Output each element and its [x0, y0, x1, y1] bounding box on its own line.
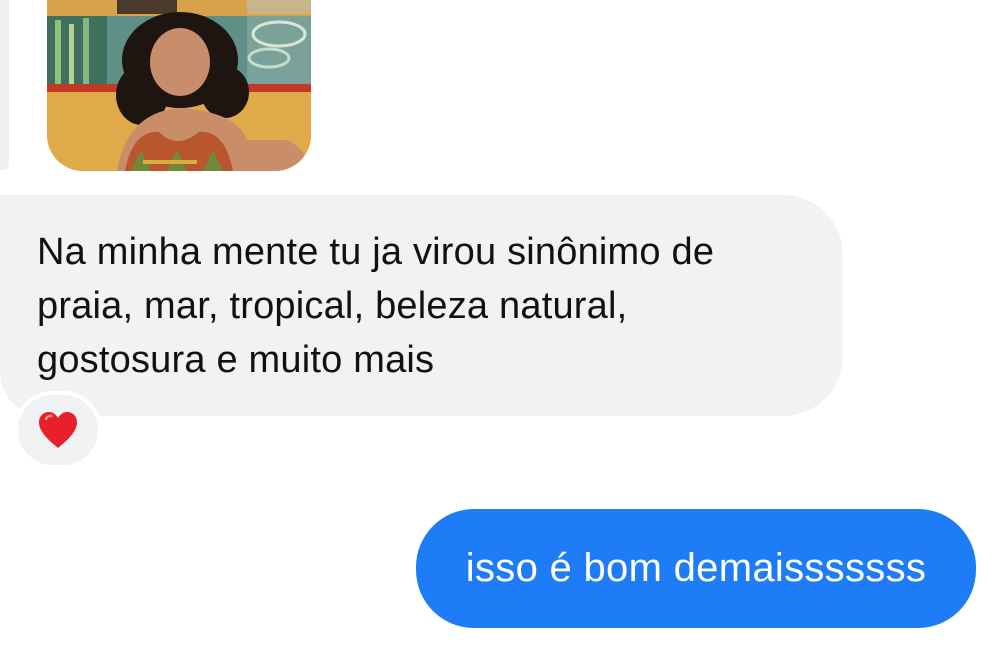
incoming-text-message[interactable]: Na minha mente tu ja virou sinônimo de p… — [0, 195, 843, 416]
heart-icon — [39, 412, 77, 448]
incoming-photo-message[interactable] — [47, 0, 311, 171]
message-reaction[interactable] — [14, 391, 102, 469]
incoming-message-text: Na minha mente tu ja virou sinônimo de p… — [37, 231, 715, 381]
outgoing-text-message[interactable]: isso é bom demaisssssss — [416, 509, 976, 628]
reply-indicator-bar — [0, 0, 9, 170]
outgoing-message-text: isso é bom demaisssssss — [465, 546, 927, 590]
conversation-view: Na minha mente tu ja virou sinônimo de p… — [0, 0, 1000, 652]
photo-image — [47, 0, 311, 171]
